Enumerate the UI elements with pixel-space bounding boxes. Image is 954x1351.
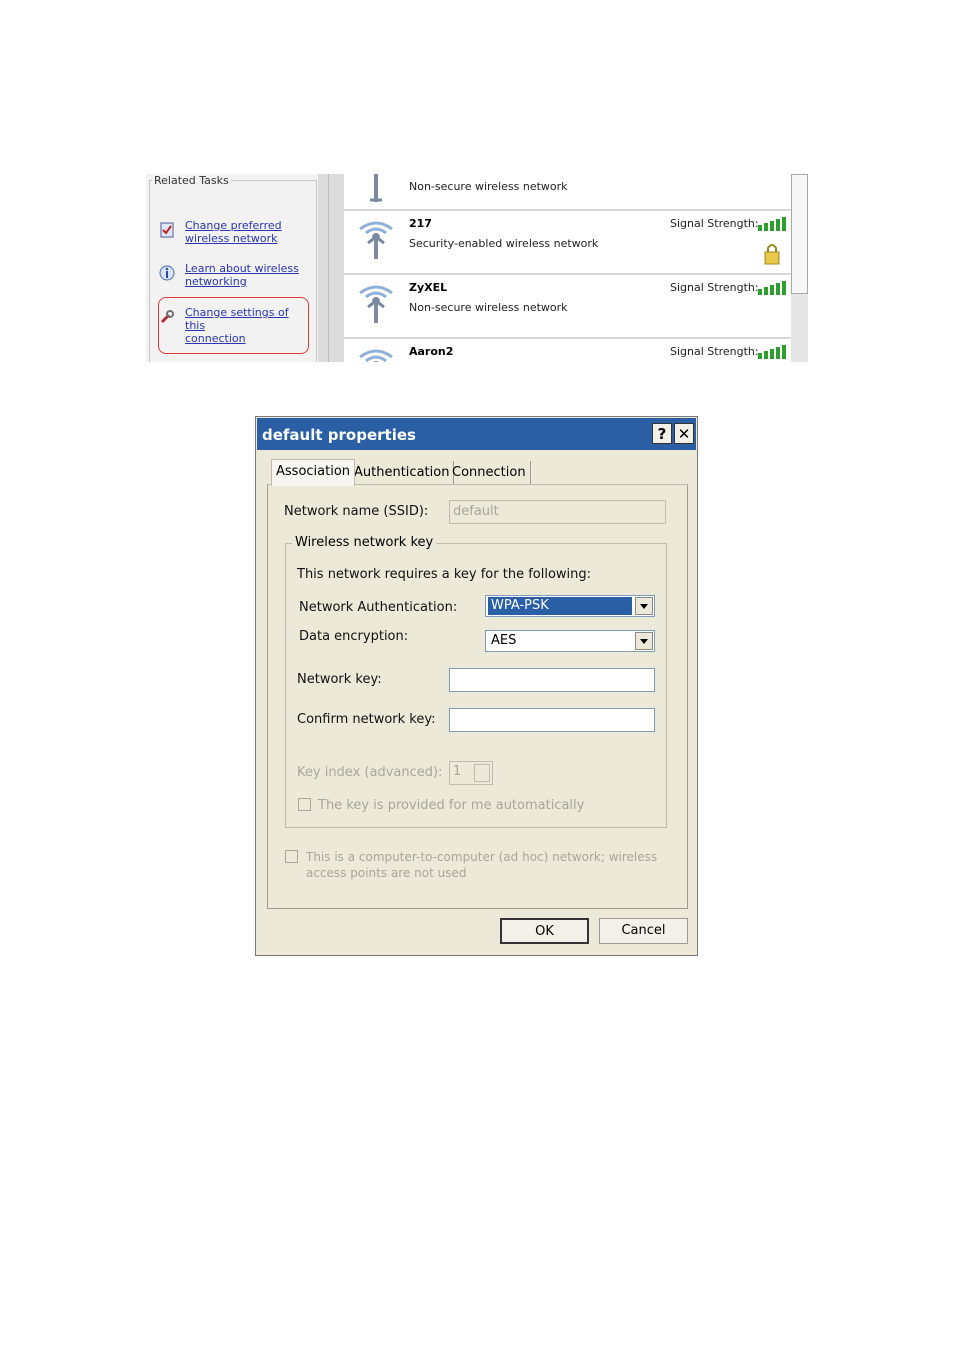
signal-strength-label: Signal Strength:: [670, 217, 759, 230]
adhoc-checkbox[interactable]: [285, 850, 298, 863]
confirm-key-input[interactable]: [449, 708, 655, 732]
related-tasks-panel: Related Tasks Change preferred wireless …: [146, 174, 318, 362]
network-row[interactable]: 217 Security-enabled wireless network Si…: [344, 211, 791, 275]
key-index-label: Key index (advanced):: [297, 765, 443, 780]
network-row[interactable]: Non-secure wireless network: [344, 174, 791, 211]
task-label: networking: [185, 275, 247, 288]
encryption-select-value: AES: [491, 633, 517, 648]
task-label: Learn about wireless: [185, 262, 299, 275]
properties-dialog: default properties ? ✕ Association Authe…: [255, 416, 698, 956]
signal-strength-label: Signal Strength:: [670, 345, 759, 358]
task-link-change-preferred[interactable]: Change preferred wireless network: [185, 219, 307, 245]
wireless-key-group-title: Wireless network key: [292, 535, 437, 550]
wireless-network-window: Related Tasks Change preferred wireless …: [146, 174, 808, 362]
network-name: Aaron2: [409, 345, 454, 358]
ok-button[interactable]: OK: [500, 918, 589, 944]
key-index-value: 1: [453, 764, 462, 779]
antenna-icon: [359, 221, 393, 259]
network-row[interactable]: ZyXEL Non-secure wireless network Signal…: [344, 275, 791, 339]
close-button[interactable]: ✕: [674, 423, 694, 444]
chevron-down-icon[interactable]: [635, 632, 653, 650]
task-label: Change preferred: [185, 219, 282, 232]
preferred-networks-icon: [160, 222, 174, 238]
task-change-preferred[interactable]: Change preferred wireless network: [154, 219, 304, 249]
antenna-icon: [370, 174, 382, 202]
lock-icon: [764, 244, 780, 265]
key-index-spinner[interactable]: 1: [449, 761, 493, 785]
network-name: ZyXEL: [409, 281, 448, 294]
help-button[interactable]: ?: [652, 423, 672, 444]
adhoc-label-line1: This is a computer-to-computer (ad hoc) …: [306, 850, 658, 864]
signal-strength-label: Signal Strength:: [670, 281, 759, 294]
spinner-arrows-icon[interactable]: [474, 764, 490, 782]
dialog-title: default properties: [262, 426, 416, 444]
tab-association[interactable]: Association: [271, 459, 356, 486]
divider-line: [328, 174, 329, 362]
signal-strength-icon: [758, 345, 786, 359]
task-link-learn-wireless[interactable]: Learn about wireless networking: [185, 262, 307, 288]
signal-strength-icon: [758, 217, 786, 231]
encryption-label: Data encryption:: [299, 629, 409, 644]
confirm-key-label: Confirm network key:: [297, 712, 436, 727]
panel-divider: [318, 174, 344, 362]
signal-strength-icon: [758, 281, 786, 295]
network-name: 217: [409, 217, 432, 230]
network-key-label: Network key:: [297, 672, 382, 687]
network-status: Non-secure wireless network: [409, 301, 568, 314]
ssid-label: Network name (SSID):: [284, 504, 429, 519]
adhoc-label-line2: access points are not used: [306, 866, 467, 880]
network-status: Security-enabled wireless network: [409, 237, 599, 250]
dialog-titlebar: default properties ? ✕: [257, 418, 696, 450]
antenna-icon: [359, 285, 393, 323]
network-status: Non-secure wireless network: [409, 180, 568, 193]
network-row[interactable]: Aaron2 Signal Strength:: [344, 339, 791, 362]
ssid-input[interactable]: default: [449, 500, 666, 524]
requires-key-text: This network requires a key for the foll…: [297, 567, 592, 582]
network-key-input[interactable]: [449, 668, 655, 692]
encryption-select[interactable]: AES: [485, 630, 655, 652]
info-icon: [159, 265, 175, 281]
chevron-down-icon[interactable]: [635, 597, 653, 615]
auth-select[interactable]: WPA-PSK: [485, 595, 655, 617]
tab-authentication[interactable]: Authentication: [350, 461, 455, 485]
related-tasks-title: Related Tasks: [152, 174, 231, 187]
cancel-button[interactable]: Cancel: [599, 918, 688, 944]
tab-connection[interactable]: Connection: [448, 461, 531, 485]
task-label: wireless network: [185, 232, 278, 245]
scrollbar-thumb[interactable]: [791, 174, 808, 294]
auth-select-value: WPA-PSK: [488, 597, 632, 615]
task-learn-wireless[interactable]: Learn about wireless networking: [154, 262, 304, 292]
auth-label: Network Authentication:: [299, 600, 458, 615]
auto-key-label: The key is provided for me automatically: [318, 798, 585, 813]
auto-key-checkbox[interactable]: [298, 798, 311, 811]
antenna-icon: [359, 349, 393, 362]
highlight-annotation: [158, 297, 309, 354]
